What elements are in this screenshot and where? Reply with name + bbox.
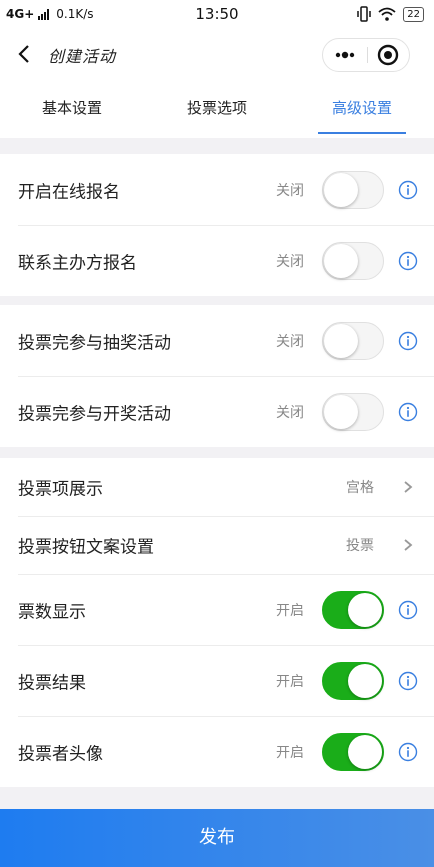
battery-icon: 22 <box>403 6 424 22</box>
info-icon[interactable] <box>398 600 418 620</box>
vote-result-toggle[interactable] <box>322 661 384 700</box>
prize-open-toggle[interactable] <box>322 392 384 431</box>
online-signup-toggle[interactable] <box>322 170 384 209</box>
info-icon[interactable] <box>398 742 418 762</box>
toggle-knob <box>348 663 382 698</box>
row-label: 票数显示 <box>18 602 86 622</box>
toggle-state: 关闭 <box>276 404 304 421</box>
info-icon[interactable] <box>398 251 418 271</box>
tab-vote-options[interactable]: 投票选项 <box>145 80 289 138</box>
status-right: 22 <box>357 6 424 22</box>
row-label: 投票完参与开奖活动 <box>18 404 171 424</box>
navigation-bar: 创建活动 <box>0 30 434 80</box>
toggle-knob <box>348 734 382 769</box>
wifi-icon <box>378 7 396 21</box>
info-icon[interactable] <box>398 671 418 691</box>
toggle-knob <box>324 394 358 429</box>
toggle-state: 关闭 <box>276 333 304 350</box>
tab-advanced-settings[interactable]: 高级设置 <box>290 80 434 138</box>
signup-section: 开启在线报名 关闭 联系主办方报名 关闭 <box>0 154 434 296</box>
info-icon[interactable] <box>398 180 418 200</box>
vibrate-icon <box>357 6 372 22</box>
row-label: 投票结果 <box>18 673 86 693</box>
publish-button[interactable]: 发布 <box>0 809 434 867</box>
vote-button-text-row[interactable]: 投票按钮文案设置 投票 <box>0 516 434 574</box>
page-title: 创建活动 <box>48 47 117 66</box>
row-label: 投票者头像 <box>18 744 103 764</box>
row-label: 开启在线报名 <box>18 182 120 202</box>
row-label: 投票完参与抽奖活动 <box>18 333 171 353</box>
lottery-draw-row: 投票完参与抽奖活动 关闭 <box>0 305 434 376</box>
row-value: 投票 <box>346 538 374 554</box>
toggle-knob <box>324 243 358 278</box>
toggle-state: 开启 <box>276 744 304 761</box>
toggle-state: 开启 <box>276 602 304 619</box>
info-icon[interactable] <box>398 331 418 351</box>
info-icon[interactable] <box>398 402 418 422</box>
more-dots-icon[interactable] <box>323 39 367 71</box>
status-bar: 4G+ 0.1K/s 13:50 22 <box>0 0 434 30</box>
vote-count-toggle[interactable] <box>322 590 384 629</box>
row-label: 联系主办方报名 <box>18 253 137 273</box>
toggle-state: 开启 <box>276 673 304 690</box>
contact-organizer-row: 联系主办方报名 关闭 <box>0 225 434 296</box>
row-label: 投票项展示 <box>18 479 103 500</box>
voter-avatar-row: 投票者头像 开启 <box>0 716 434 787</box>
target-circle-icon[interactable] <box>368 39 410 71</box>
online-signup-row: 开启在线报名 关闭 <box>0 154 434 225</box>
screen: 4G+ 0.1K/s 13:50 22 创建活动 基本设置 投票选项 高级设置 … <box>0 0 434 867</box>
voter-avatar-toggle[interactable] <box>322 732 384 771</box>
vote-count-row: 票数显示 开启 <box>0 574 434 645</box>
tab-basic-settings[interactable]: 基本设置 <box>0 80 144 138</box>
chevron-left-icon[interactable] <box>14 42 36 66</box>
toggle-state: 关闭 <box>276 182 304 199</box>
menu-capsule <box>322 38 410 72</box>
row-label: 投票按钮文案设置 <box>18 537 154 558</box>
toggle-knob <box>324 172 358 207</box>
row-value: 宫格 <box>346 480 374 496</box>
vote-item-display-row[interactable]: 投票项展示 宫格 <box>0 458 434 516</box>
toggle-state: 关闭 <box>276 253 304 270</box>
toggle-knob <box>324 323 358 358</box>
contact-organizer-toggle[interactable] <box>322 241 384 280</box>
prize-open-row: 投票完参与开奖活动 关闭 <box>0 376 434 447</box>
tab-bar: 基本设置 投票选项 高级设置 <box>0 80 434 138</box>
lottery-section: 投票完参与抽奖活动 关闭 投票完参与开奖活动 关闭 <box>0 305 434 447</box>
display-section: 投票项展示 宫格 投票按钮文案设置 投票 票数显示 开启 投票结果 开启 投票者… <box>0 458 434 787</box>
vote-result-row: 投票结果 开启 <box>0 645 434 716</box>
lottery-draw-toggle[interactable] <box>322 321 384 360</box>
toggle-knob <box>348 592 382 627</box>
chevron-right-icon <box>404 539 413 551</box>
chevron-right-icon <box>404 481 413 493</box>
